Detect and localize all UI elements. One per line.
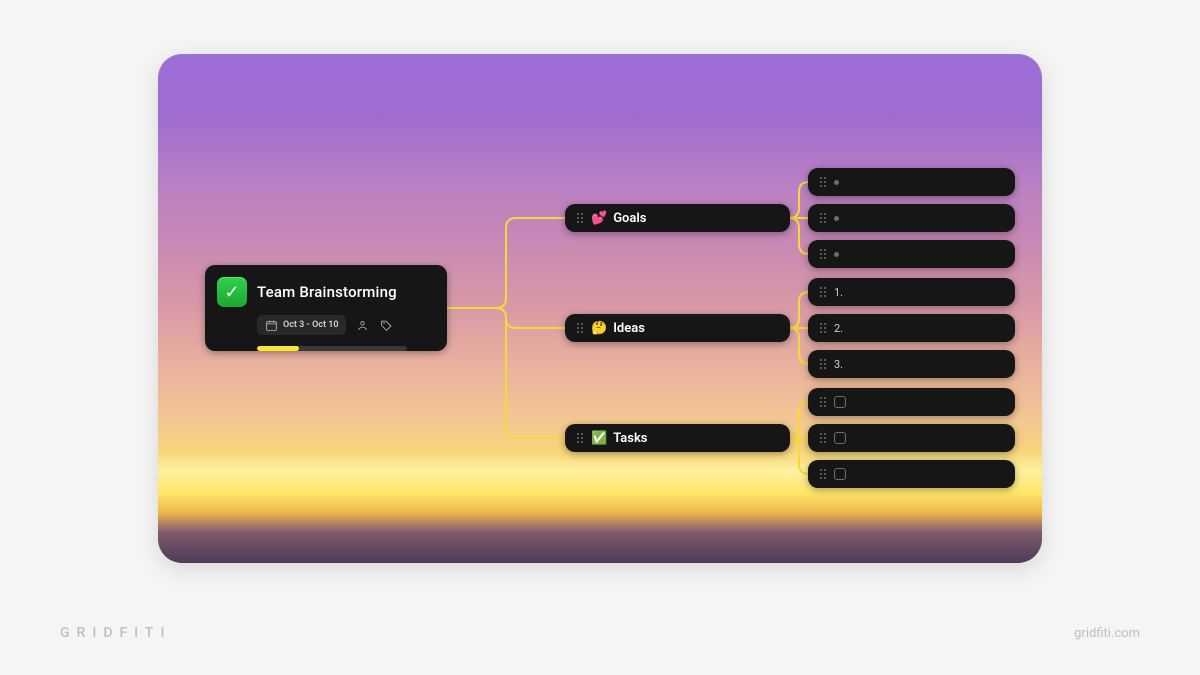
ideas-emoji-icon: 🤔 [591, 322, 607, 335]
goals-emoji-icon: 💕 [591, 212, 607, 225]
checkbox-icon[interactable] [834, 432, 846, 444]
category-label: Goals [613, 211, 646, 226]
leaf-number: 3. [834, 358, 843, 371]
drag-handle-icon[interactable] [820, 469, 826, 479]
bullet-icon [834, 216, 839, 221]
leaf-node[interactable] [808, 240, 1015, 268]
check-app-icon: ✓ [217, 277, 247, 307]
progress-bar [257, 346, 407, 351]
root-node[interactable]: ✓ Team Brainstorming Oct 3 - Oct 10 [205, 265, 447, 351]
drag-handle-icon[interactable] [820, 287, 826, 297]
progress-fill [257, 346, 299, 351]
drag-handle-icon[interactable] [820, 359, 826, 369]
bullet-icon [834, 180, 839, 185]
drag-handle-icon[interactable] [820, 433, 826, 443]
category-label: Tasks [613, 431, 647, 446]
date-range-chip[interactable]: Oct 3 - Oct 10 [257, 315, 346, 335]
category-node-tasks[interactable]: ✅ Tasks [565, 424, 790, 452]
root-title: Team Brainstorming [257, 283, 397, 301]
person-icon[interactable] [356, 318, 370, 332]
checkbox-icon[interactable] [834, 396, 846, 408]
leaf-node[interactable]: 1. [808, 278, 1015, 306]
leaf-node[interactable]: 3. [808, 350, 1015, 378]
date-range-text: Oct 3 - Oct 10 [283, 320, 339, 330]
tasks-emoji-icon: ✅ [591, 432, 607, 445]
drag-handle-icon[interactable] [820, 249, 826, 259]
leaf-node[interactable] [808, 168, 1015, 196]
drag-handle-icon[interactable] [820, 397, 826, 407]
leaf-node[interactable] [808, 424, 1015, 452]
mindmap-canvas[interactable]: ✓ Team Brainstorming Oct 3 - Oct 10 💕 Goa… [158, 54, 1042, 563]
drag-handle-icon[interactable] [820, 323, 826, 333]
leaf-node[interactable]: 2. [808, 314, 1015, 342]
calendar-icon [264, 318, 278, 332]
leaf-node[interactable] [808, 388, 1015, 416]
brand-url: gridfiti.com [1074, 626, 1140, 641]
tag-icon[interactable] [380, 318, 394, 332]
drag-handle-icon[interactable] [577, 323, 583, 333]
brand-watermark: GRIDFITI [60, 625, 171, 641]
checkbox-icon[interactable] [834, 468, 846, 480]
drag-handle-icon[interactable] [577, 433, 583, 443]
leaf-number: 2. [834, 322, 843, 335]
leaf-node[interactable] [808, 460, 1015, 488]
leaf-node[interactable] [808, 204, 1015, 232]
drag-handle-icon[interactable] [577, 213, 583, 223]
leaf-number: 1. [834, 286, 843, 299]
bullet-icon [834, 252, 839, 257]
category-label: Ideas [613, 321, 645, 336]
category-node-ideas[interactable]: 🤔 Ideas [565, 314, 790, 342]
category-node-goals[interactable]: 💕 Goals [565, 204, 790, 232]
drag-handle-icon[interactable] [820, 213, 826, 223]
drag-handle-icon[interactable] [820, 177, 826, 187]
